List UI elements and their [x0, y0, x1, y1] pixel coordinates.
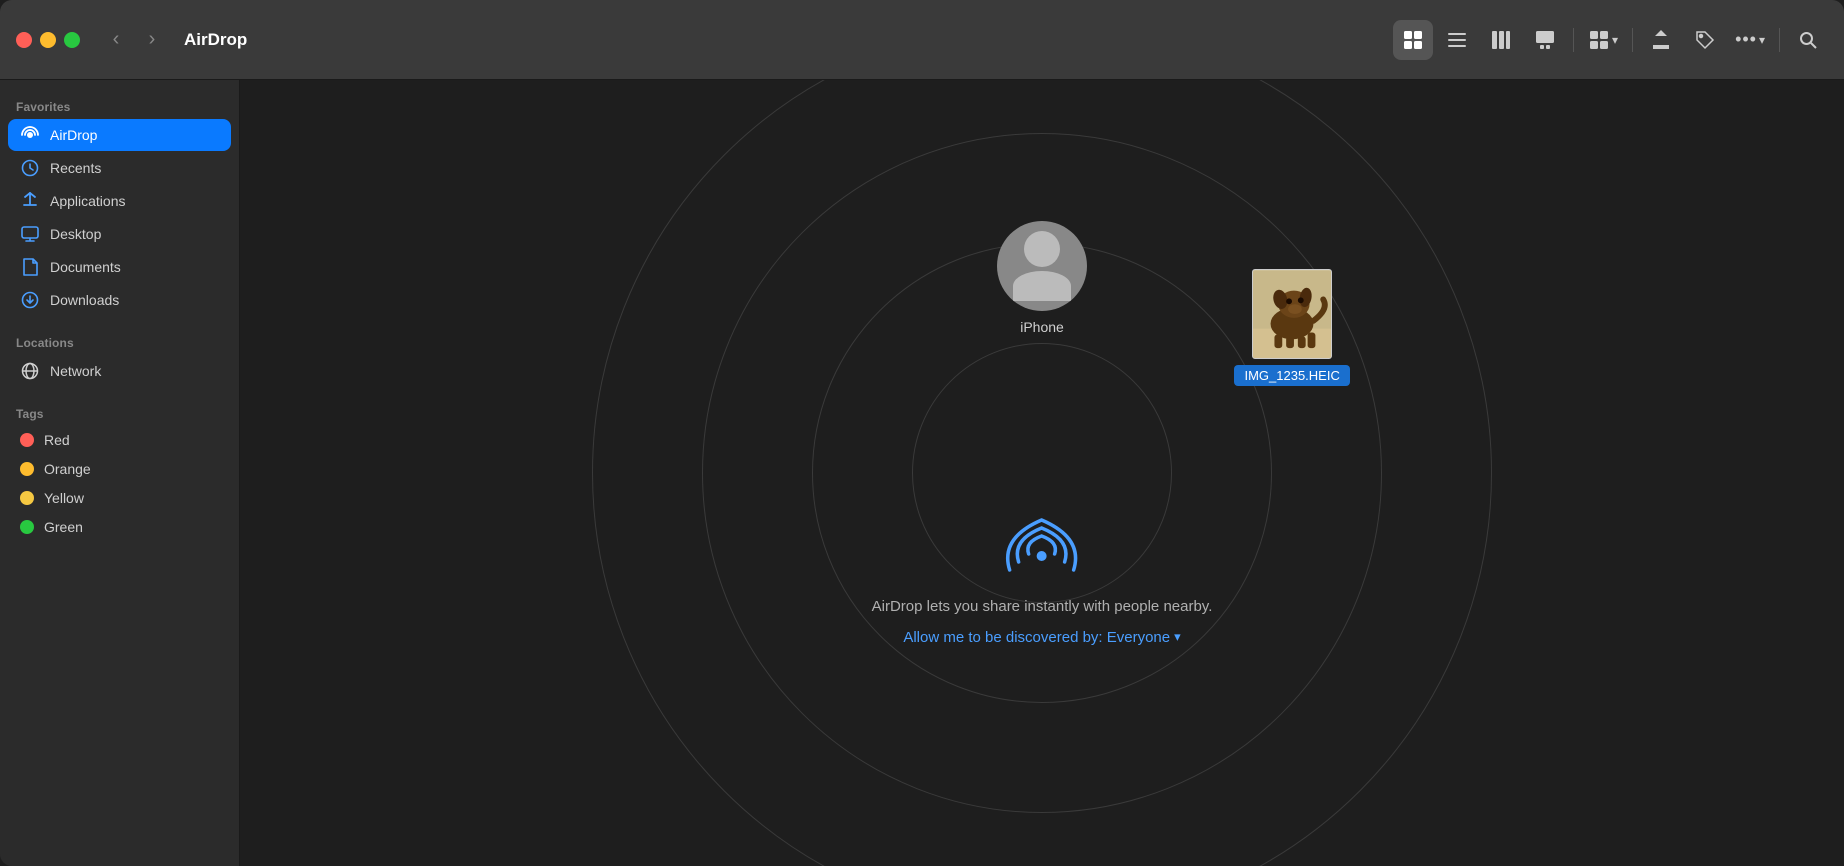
sidebar-item-green[interactable]: Green [8, 513, 231, 541]
favorites-label: Favorites [0, 92, 239, 118]
airdrop-icon [20, 125, 40, 145]
green-tag-dot [20, 520, 34, 534]
toolbar-actions: ▾ ••• ▾ [1393, 20, 1828, 60]
sidebar-item-downloads[interactable]: Downloads [8, 284, 231, 316]
separator-3 [1779, 28, 1780, 52]
separator-2 [1632, 28, 1633, 52]
sidebar: Favorites AirDrop [0, 80, 240, 866]
sidebar-item-red[interactable]: Red [8, 426, 231, 454]
grid-view-button[interactable] [1393, 20, 1433, 60]
sidebar-item-yellow[interactable]: Yellow [8, 484, 231, 512]
person-avatar [1013, 231, 1071, 301]
main-content: Favorites AirDrop [0, 80, 1844, 866]
yellow-tag-dot [20, 491, 34, 505]
sidebar-item-orange[interactable]: Orange [8, 455, 231, 483]
sidebar-item-red-label: Red [44, 432, 70, 448]
iphone-device[interactable]: iPhone [997, 221, 1087, 335]
device-name: iPhone [1020, 319, 1064, 335]
separator-1 [1573, 28, 1574, 52]
titlebar: ‹ › AirDrop [0, 0, 1844, 80]
back-button[interactable]: ‹ [100, 24, 132, 56]
close-button[interactable] [16, 32, 32, 48]
more-button[interactable]: ••• ▾ [1729, 25, 1771, 54]
window-title: AirDrop [184, 30, 247, 50]
gallery-view-button[interactable] [1525, 20, 1565, 60]
dog-photo-svg [1253, 269, 1331, 359]
sidebar-item-documents-label: Documents [50, 259, 121, 275]
airdrop-discoverable[interactable]: Allow me to be discovered by: Everyone ▾ [903, 629, 1180, 646]
applications-icon [20, 191, 40, 211]
downloads-icon [20, 290, 40, 310]
airdrop-area: iPhone [240, 80, 1844, 866]
airdrop-discoverable-label: Allow me to be discovered by: Everyone [903, 629, 1170, 646]
group-button[interactable]: ▾ [1582, 25, 1624, 55]
list-view-button[interactable] [1437, 20, 1477, 60]
sidebar-item-orange-label: Orange [44, 461, 91, 477]
network-icon [20, 361, 40, 381]
sidebar-item-network[interactable]: Network [8, 355, 231, 387]
sidebar-item-desktop[interactable]: Desktop [8, 218, 231, 250]
airdrop-waves-icon [1002, 504, 1082, 584]
file-name-badge: IMG_1235.HEIC [1234, 365, 1349, 386]
nav-buttons: ‹ › [100, 24, 168, 56]
locations-label: Locations [0, 328, 239, 354]
sidebar-item-desktop-label: Desktop [50, 226, 101, 242]
recents-icon [20, 158, 40, 178]
avatar-head [1024, 231, 1060, 267]
sidebar-item-recents[interactable]: Recents [8, 152, 231, 184]
traffic-lights [16, 32, 80, 48]
desktop-icon [20, 224, 40, 244]
avatar-body [1013, 271, 1071, 301]
device-avatar [997, 221, 1087, 311]
sidebar-item-recents-label: Recents [50, 160, 101, 176]
chevron-down-icon: ▾ [1174, 629, 1181, 645]
sidebar-item-airdrop-label: AirDrop [50, 127, 97, 143]
file-item: IMG_1235.HEIC [1234, 269, 1349, 386]
sidebar-item-yellow-label: Yellow [44, 490, 84, 506]
airdrop-description: AirDrop lets you share instantly with pe… [872, 598, 1213, 615]
tags-label: Tags [0, 399, 239, 425]
forward-button[interactable]: › [136, 24, 168, 56]
share-button[interactable] [1641, 20, 1681, 60]
sidebar-item-documents[interactable]: Documents [8, 251, 231, 283]
sidebar-item-applications[interactable]: Applications [8, 185, 231, 217]
maximize-button[interactable] [64, 32, 80, 48]
sidebar-item-downloads-label: Downloads [50, 292, 119, 308]
sidebar-item-airdrop[interactable]: AirDrop [8, 119, 231, 151]
minimize-button[interactable] [40, 32, 56, 48]
airdrop-description-area: AirDrop lets you share instantly with pe… [872, 504, 1213, 646]
orange-tag-dot [20, 462, 34, 476]
tag-button[interactable] [1685, 20, 1725, 60]
search-button[interactable] [1788, 20, 1828, 60]
sidebar-item-network-label: Network [50, 363, 101, 379]
sidebar-item-applications-label: Applications [50, 193, 126, 209]
documents-icon [20, 257, 40, 277]
sidebar-item-green-label: Green [44, 519, 83, 535]
red-tag-dot [20, 433, 34, 447]
file-thumbnail [1252, 269, 1332, 359]
columns-view-button[interactable] [1481, 20, 1521, 60]
